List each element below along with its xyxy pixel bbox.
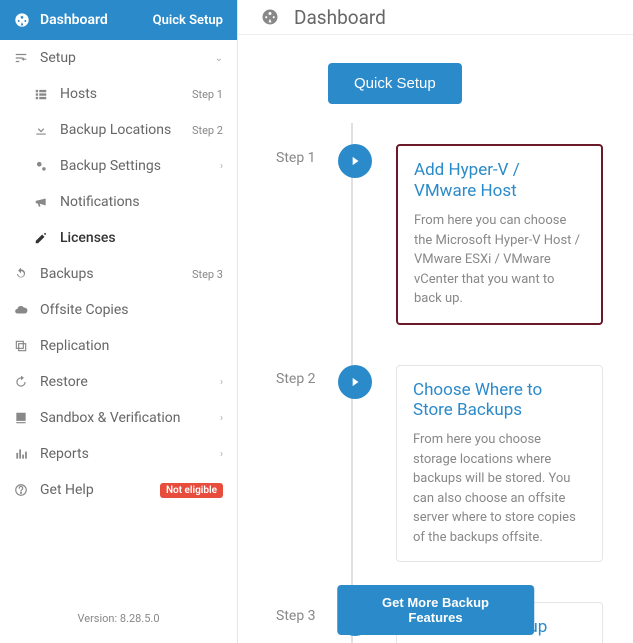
nav-licenses-label: Licenses — [60, 230, 223, 246]
shield-icon — [14, 411, 30, 425]
sliders-icon — [14, 51, 30, 65]
chevron-right-icon: › — [220, 161, 223, 172]
edit-icon — [34, 231, 50, 245]
cloud-icon — [14, 303, 30, 317]
quick-setup-button[interactable]: Quick Setup — [328, 63, 462, 104]
help-icon — [14, 483, 30, 497]
step-3-label: Step 3 — [276, 608, 316, 624]
version-label: Version: 8.28.5.0 — [0, 594, 237, 643]
step-2-title: Choose Where to Store Backups — [413, 380, 586, 421]
nav-backups-label: Backups — [40, 266, 192, 282]
not-eligible-badge: Not eligible — [160, 483, 223, 498]
main-header: Dashboard — [238, 0, 633, 35]
chevron-down-icon: ⌄ — [215, 53, 223, 64]
nav-setup-label: Setup — [40, 50, 215, 66]
sidebar-quick-setup-link[interactable]: Quick Setup — [153, 13, 223, 28]
nav-sandbox[interactable]: Sandbox & Verification › — [0, 400, 237, 436]
dashboard-icon — [14, 12, 30, 28]
nav-replication[interactable]: Replication — [0, 328, 237, 364]
nav-backups[interactable]: Backups Step 3 — [0, 256, 237, 292]
step-2-card[interactable]: Choose Where to Store Backups From here … — [396, 365, 603, 563]
nav-notifications[interactable]: Notifications — [0, 184, 237, 220]
dashboard-icon — [260, 7, 280, 27]
nav-backup-settings-label: Backup Settings — [60, 158, 220, 174]
nav-sandbox-label: Sandbox & Verification — [40, 410, 220, 426]
main: Dashboard Quick Setup Step 1 Add Hyper-V… — [238, 0, 633, 643]
nav-restore[interactable]: Restore › — [0, 364, 237, 400]
nav-hosts-meta: Step 1 — [192, 88, 223, 101]
sidebar-title[interactable]: Dashboard — [40, 12, 108, 28]
nav-backups-meta: Step 3 — [192, 268, 223, 281]
step-2-desc: From here you choose storage locations w… — [413, 430, 586, 547]
nav-backup-locations-label: Backup Locations — [60, 122, 192, 138]
chevron-right-icon: › — [220, 449, 223, 460]
nav-reports-label: Reports — [40, 446, 220, 462]
nav-notifications-label: Notifications — [60, 194, 223, 210]
nav-backup-locations-meta: Step 2 — [192, 124, 223, 137]
step-1-desc: From here you can choose the Microsoft H… — [414, 211, 585, 309]
step-2-circle[interactable] — [338, 365, 372, 399]
step-2-label: Step 2 — [276, 371, 316, 387]
list-icon — [34, 87, 50, 101]
step-1: Step 1 Add Hyper-V / VMware Host From he… — [338, 144, 603, 324]
history-icon — [14, 375, 30, 389]
nav-licenses[interactable]: Licenses — [0, 220, 237, 256]
nav-reports[interactable]: Reports › — [0, 436, 237, 472]
step-2: Step 2 Choose Where to Store Backups Fro… — [338, 365, 603, 563]
step-1-title: Add Hyper-V / VMware Host — [414, 160, 585, 201]
nav-setup[interactable]: Setup ⌄ — [0, 40, 237, 76]
sidebar-header: Dashboard Quick Setup — [0, 0, 237, 40]
nav-help[interactable]: Get Help Not eligible — [0, 472, 237, 508]
refresh-icon — [14, 267, 30, 281]
megaphone-icon — [34, 195, 50, 209]
get-more-features-button[interactable]: Get More Backup Features — [337, 585, 535, 635]
chevron-right-icon: › — [220, 377, 223, 388]
nav-restore-label: Restore — [40, 374, 220, 390]
download-icon — [34, 123, 50, 137]
nav-hosts[interactable]: Hosts Step 1 — [0, 76, 237, 112]
gears-icon — [34, 159, 50, 173]
nav-replication-label: Replication — [40, 338, 223, 354]
bar-chart-icon — [14, 447, 30, 461]
nav-offsite[interactable]: Offsite Copies — [0, 292, 237, 328]
page-title: Dashboard — [294, 6, 386, 29]
nav-offsite-label: Offsite Copies — [40, 302, 223, 318]
nav-help-label: Get Help — [40, 482, 160, 498]
step-1-label: Step 1 — [276, 150, 316, 166]
chevron-right-icon: › — [220, 413, 223, 424]
step-1-card[interactable]: Add Hyper-V / VMware Host From here you … — [396, 144, 603, 324]
nav-hosts-label: Hosts — [60, 86, 192, 102]
nav-backup-settings[interactable]: Backup Settings › — [0, 148, 237, 184]
nav-backup-locations[interactable]: Backup Locations Step 2 — [0, 112, 237, 148]
sidebar: Dashboard Quick Setup Setup ⌄ Hosts Step… — [0, 0, 238, 643]
step-1-circle[interactable] — [338, 144, 372, 178]
copy-icon — [14, 339, 30, 353]
